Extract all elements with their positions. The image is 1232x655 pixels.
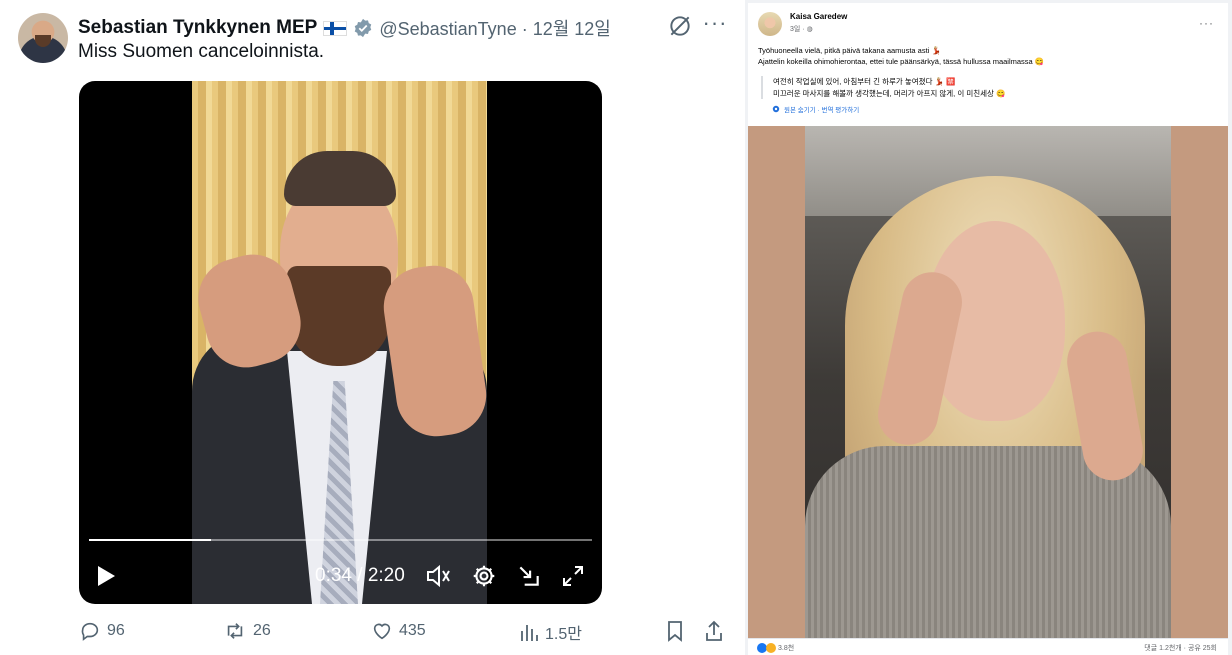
grok-icon[interactable]: [667, 13, 693, 39]
fb-post-text: Työhuoneella vielä, pitkä päivä takana a…: [758, 45, 1218, 67]
play-icon[interactable]: [95, 561, 117, 591]
tweet-text: Miss Suomen canceloinnista.: [78, 41, 325, 62]
views-button[interactable]: 1.5만: [519, 620, 582, 644]
repost-count: 26: [253, 622, 271, 639]
author-name[interactable]: Sebastian Tynkkynen MEP: [78, 17, 317, 39]
author-handle-date[interactable]: @SebastianTyne · 12월 12일: [379, 15, 611, 41]
picture-in-picture-icon[interactable]: [516, 561, 544, 591]
fullscreen-icon[interactable]: [561, 561, 587, 591]
video-player[interactable]: 0:34 / 2:20: [79, 81, 602, 604]
video-time: 0:34 / 2:20: [315, 565, 405, 586]
reply-button[interactable]: 96: [79, 620, 125, 642]
repost-button[interactable]: 26: [223, 620, 271, 642]
like-count: 435: [399, 622, 426, 639]
fb-more-options-icon[interactable]: ···: [1199, 16, 1214, 30]
more-options-icon[interactable]: ···: [702, 12, 728, 39]
video-frame-image: [192, 81, 487, 604]
like-button[interactable]: 435: [371, 620, 426, 642]
fb-author-avatar[interactable]: [758, 12, 782, 36]
volume-icon[interactable]: [426, 561, 454, 591]
fb-reactions[interactable]: 3.8천: [757, 643, 794, 653]
fb-post-time[interactable]: 3일 · ◍: [790, 24, 813, 34]
fb-post-footer: 3.8천 댓글 1.2천개 · 공유 25회: [748, 638, 1228, 655]
screenshot-root: Sebastian Tynkkynen MEP @SebastianTyne ·…: [0, 0, 1232, 655]
fb-translation-line: 미끄러운 마사지를 해볼까 생각했는데, 머리가 아프지 않게, 이 미친세상 …: [773, 88, 1006, 98]
fb-post-text-line: Työhuoneella vielä, pitkä päivä takana a…: [758, 46, 941, 55]
views-chart-icon: [521, 625, 538, 641]
fb-translation-line: 여전히 작업실에 있어, 아침부터 긴 하루가 놓여졌다 💃🏼 🈲: [773, 77, 956, 86]
video-progress-fill: [89, 539, 212, 541]
fb-translation-link[interactable]: 원본 숨기기 · 번역 평가하기: [772, 104, 859, 114]
verified-badge-icon[interactable]: [353, 18, 373, 38]
share-icon: [706, 620, 722, 641]
facebook-post-card: Kaisa Garedew 3일 · ◍ ··· Työhuoneella vi…: [748, 3, 1228, 655]
fb-translation: 여전히 작업실에 있어, 아침부터 긴 하루가 놓여졌다 💃🏼 🈲 미끄러운 마…: [761, 76, 1211, 99]
settings-gear-icon[interactable]: [471, 561, 499, 591]
reply-count: 96: [107, 622, 125, 639]
fb-author-name[interactable]: Kaisa Garedew: [790, 12, 847, 21]
translate-gear-icon: [772, 105, 780, 113]
reply-icon: [81, 622, 99, 641]
share-button[interactable]: [704, 620, 724, 642]
heart-icon: [373, 623, 391, 640]
author-avatar[interactable]: [18, 13, 68, 63]
fb-photo-image: [805, 126, 1171, 638]
fb-comment-share-stats[interactable]: 댓글 1.2천개 · 공유 25회: [1144, 643, 1217, 653]
views-count: 1.5만: [545, 626, 582, 643]
finland-flag-icon: [323, 20, 348, 36]
globe-icon: ◍: [806, 26, 813, 33]
fb-post-photo[interactable]: [748, 126, 1228, 638]
fb-post-time-text: 3일 ·: [790, 26, 805, 33]
haha-reaction-icon: [766, 643, 776, 653]
fb-translation-link-text: 원본 숨기기 · 번역 평가하기: [784, 107, 860, 114]
bookmark-button[interactable]: [665, 620, 685, 642]
tweet-actions: 96 26 435 1.5만: [0, 620, 745, 648]
fb-post-text-line: Ajattelin kokeilla ohimohierontaa, ettei…: [758, 57, 1045, 66]
tweet-header: Sebastian Tynkkynen MEP @SebastianTyne ·…: [78, 15, 611, 41]
bookmark-icon: [668, 621, 682, 642]
video-progress-bar[interactable]: [89, 539, 592, 541]
tweet-card: Sebastian Tynkkynen MEP @SebastianTyne ·…: [0, 0, 745, 655]
fb-reaction-count: 3.8천: [778, 645, 795, 652]
repost-icon: [227, 623, 243, 639]
